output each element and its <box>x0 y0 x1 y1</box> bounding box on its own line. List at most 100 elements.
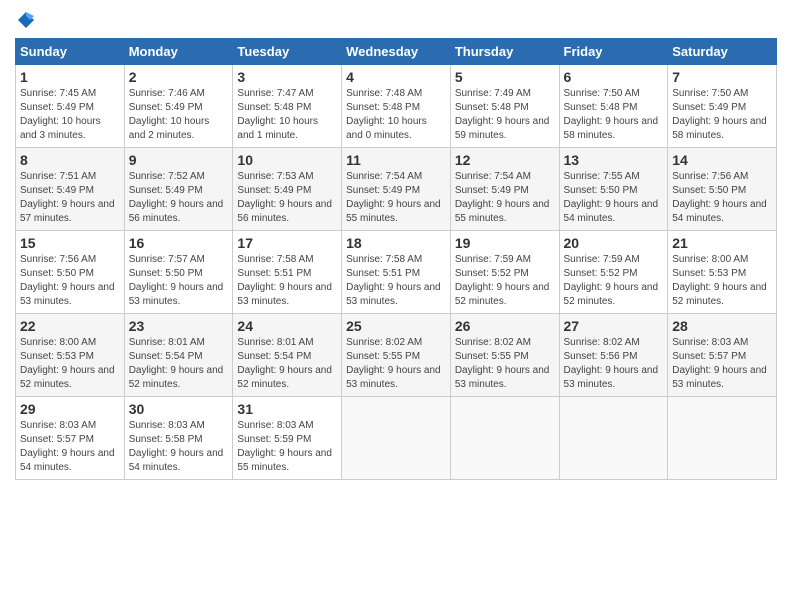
calendar-week-5: 29 Sunrise: 8:03 AMSunset: 5:57 PMDaylig… <box>16 397 777 480</box>
calendar-cell: 18 Sunrise: 7:58 AMSunset: 5:51 PMDaylig… <box>342 231 451 314</box>
day-number: 20 <box>564 235 664 251</box>
day-info: Sunrise: 7:53 AMSunset: 5:49 PMDaylight:… <box>237 171 332 224</box>
day-number: 15 <box>20 235 120 251</box>
day-number: 14 <box>672 152 772 168</box>
calendar-cell: 2 Sunrise: 7:46 AMSunset: 5:49 PMDayligh… <box>124 65 233 148</box>
day-info: Sunrise: 7:55 AMSunset: 5:50 PMDaylight:… <box>564 171 659 224</box>
col-header-wednesday: Wednesday <box>342 39 451 65</box>
col-header-thursday: Thursday <box>450 39 559 65</box>
day-number: 9 <box>129 152 229 168</box>
day-info: Sunrise: 7:49 AMSunset: 5:48 PMDaylight:… <box>455 88 550 141</box>
calendar-cell: 30 Sunrise: 8:03 AMSunset: 5:58 PMDaylig… <box>124 397 233 480</box>
calendar-cell: 4 Sunrise: 7:48 AMSunset: 5:48 PMDayligh… <box>342 65 451 148</box>
day-info: Sunrise: 7:58 AMSunset: 5:51 PMDaylight:… <box>346 254 441 307</box>
day-info: Sunrise: 8:03 AMSunset: 5:57 PMDaylight:… <box>20 420 115 473</box>
day-number: 8 <box>20 152 120 168</box>
day-info: Sunrise: 7:58 AMSunset: 5:51 PMDaylight:… <box>237 254 332 307</box>
day-number: 19 <box>455 235 555 251</box>
col-header-tuesday: Tuesday <box>233 39 342 65</box>
day-number: 17 <box>237 235 337 251</box>
calendar-cell: 11 Sunrise: 7:54 AMSunset: 5:49 PMDaylig… <box>342 148 451 231</box>
day-number: 6 <box>564 69 664 85</box>
day-number: 1 <box>20 69 120 85</box>
day-number: 27 <box>564 318 664 334</box>
calendar-cell: 22 Sunrise: 8:00 AMSunset: 5:53 PMDaylig… <box>16 314 125 397</box>
day-info: Sunrise: 7:51 AMSunset: 5:49 PMDaylight:… <box>20 171 115 224</box>
calendar-cell: 5 Sunrise: 7:49 AMSunset: 5:48 PMDayligh… <box>450 65 559 148</box>
day-info: Sunrise: 7:52 AMSunset: 5:49 PMDaylight:… <box>129 171 224 224</box>
day-number: 7 <box>672 69 772 85</box>
day-info: Sunrise: 7:59 AMSunset: 5:52 PMDaylight:… <box>564 254 659 307</box>
col-header-saturday: Saturday <box>668 39 777 65</box>
day-number: 24 <box>237 318 337 334</box>
calendar-cell <box>668 397 777 480</box>
day-info: Sunrise: 7:56 AMSunset: 5:50 PMDaylight:… <box>20 254 115 307</box>
calendar-cell: 27 Sunrise: 8:02 AMSunset: 5:56 PMDaylig… <box>559 314 668 397</box>
day-number: 25 <box>346 318 446 334</box>
day-number: 26 <box>455 318 555 334</box>
day-info: Sunrise: 7:54 AMSunset: 5:49 PMDaylight:… <box>346 171 441 224</box>
calendar-cell: 16 Sunrise: 7:57 AMSunset: 5:50 PMDaylig… <box>124 231 233 314</box>
calendar-cell: 1 Sunrise: 7:45 AMSunset: 5:49 PMDayligh… <box>16 65 125 148</box>
day-number: 18 <box>346 235 446 251</box>
day-number: 29 <box>20 401 120 417</box>
day-number: 4 <box>346 69 446 85</box>
day-info: Sunrise: 7:46 AMSunset: 5:49 PMDaylight:… <box>129 88 210 141</box>
day-number: 3 <box>237 69 337 85</box>
calendar-cell: 15 Sunrise: 7:56 AMSunset: 5:50 PMDaylig… <box>16 231 125 314</box>
calendar-cell: 7 Sunrise: 7:50 AMSunset: 5:49 PMDayligh… <box>668 65 777 148</box>
day-number: 22 <box>20 318 120 334</box>
day-info: Sunrise: 7:59 AMSunset: 5:52 PMDaylight:… <box>455 254 550 307</box>
day-info: Sunrise: 8:03 AMSunset: 5:59 PMDaylight:… <box>237 420 332 473</box>
day-info: Sunrise: 7:57 AMSunset: 5:50 PMDaylight:… <box>129 254 224 307</box>
calendar-week-2: 8 Sunrise: 7:51 AMSunset: 5:49 PMDayligh… <box>16 148 777 231</box>
day-number: 13 <box>564 152 664 168</box>
calendar-cell: 24 Sunrise: 8:01 AMSunset: 5:54 PMDaylig… <box>233 314 342 397</box>
day-info: Sunrise: 8:01 AMSunset: 5:54 PMDaylight:… <box>237 337 332 390</box>
col-header-monday: Monday <box>124 39 233 65</box>
calendar-cell: 10 Sunrise: 7:53 AMSunset: 5:49 PMDaylig… <box>233 148 342 231</box>
day-number: 2 <box>129 69 229 85</box>
calendar-cell: 14 Sunrise: 7:56 AMSunset: 5:50 PMDaylig… <box>668 148 777 231</box>
day-info: Sunrise: 7:45 AMSunset: 5:49 PMDaylight:… <box>20 88 101 141</box>
calendar-cell: 25 Sunrise: 8:02 AMSunset: 5:55 PMDaylig… <box>342 314 451 397</box>
day-info: Sunrise: 7:56 AMSunset: 5:50 PMDaylight:… <box>672 171 767 224</box>
day-info: Sunrise: 8:03 AMSunset: 5:57 PMDaylight:… <box>672 337 767 390</box>
logo-icon <box>16 10 36 30</box>
day-info: Sunrise: 8:03 AMSunset: 5:58 PMDaylight:… <box>129 420 224 473</box>
calendar-cell: 8 Sunrise: 7:51 AMSunset: 5:49 PMDayligh… <box>16 148 125 231</box>
calendar-cell: 28 Sunrise: 8:03 AMSunset: 5:57 PMDaylig… <box>668 314 777 397</box>
header <box>15 10 777 30</box>
calendar-cell: 29 Sunrise: 8:03 AMSunset: 5:57 PMDaylig… <box>16 397 125 480</box>
day-number: 23 <box>129 318 229 334</box>
col-header-friday: Friday <box>559 39 668 65</box>
calendar-cell: 26 Sunrise: 8:02 AMSunset: 5:55 PMDaylig… <box>450 314 559 397</box>
day-number: 12 <box>455 152 555 168</box>
calendar-cell: 17 Sunrise: 7:58 AMSunset: 5:51 PMDaylig… <box>233 231 342 314</box>
calendar-cell: 12 Sunrise: 7:54 AMSunset: 5:49 PMDaylig… <box>450 148 559 231</box>
day-number: 10 <box>237 152 337 168</box>
calendar-cell: 13 Sunrise: 7:55 AMSunset: 5:50 PMDaylig… <box>559 148 668 231</box>
day-info: Sunrise: 7:50 AMSunset: 5:48 PMDaylight:… <box>564 88 659 141</box>
calendar-cell <box>450 397 559 480</box>
day-info: Sunrise: 7:50 AMSunset: 5:49 PMDaylight:… <box>672 88 767 141</box>
calendar-cell: 31 Sunrise: 8:03 AMSunset: 5:59 PMDaylig… <box>233 397 342 480</box>
day-info: Sunrise: 8:02 AMSunset: 5:56 PMDaylight:… <box>564 337 659 390</box>
calendar-week-1: 1 Sunrise: 7:45 AMSunset: 5:49 PMDayligh… <box>16 65 777 148</box>
calendar-cell: 21 Sunrise: 8:00 AMSunset: 5:53 PMDaylig… <box>668 231 777 314</box>
day-number: 31 <box>237 401 337 417</box>
calendar-week-3: 15 Sunrise: 7:56 AMSunset: 5:50 PMDaylig… <box>16 231 777 314</box>
day-info: Sunrise: 8:01 AMSunset: 5:54 PMDaylight:… <box>129 337 224 390</box>
page-container: SundayMondayTuesdayWednesdayThursdayFrid… <box>0 0 792 490</box>
day-number: 5 <box>455 69 555 85</box>
day-number: 16 <box>129 235 229 251</box>
day-info: Sunrise: 8:00 AMSunset: 5:53 PMDaylight:… <box>20 337 115 390</box>
calendar-header-row: SundayMondayTuesdayWednesdayThursdayFrid… <box>16 39 777 65</box>
calendar-table: SundayMondayTuesdayWednesdayThursdayFrid… <box>15 38 777 480</box>
day-info: Sunrise: 7:54 AMSunset: 5:49 PMDaylight:… <box>455 171 550 224</box>
calendar-cell: 20 Sunrise: 7:59 AMSunset: 5:52 PMDaylig… <box>559 231 668 314</box>
calendar-cell: 19 Sunrise: 7:59 AMSunset: 5:52 PMDaylig… <box>450 231 559 314</box>
calendar-cell: 3 Sunrise: 7:47 AMSunset: 5:48 PMDayligh… <box>233 65 342 148</box>
day-info: Sunrise: 8:02 AMSunset: 5:55 PMDaylight:… <box>455 337 550 390</box>
day-number: 21 <box>672 235 772 251</box>
